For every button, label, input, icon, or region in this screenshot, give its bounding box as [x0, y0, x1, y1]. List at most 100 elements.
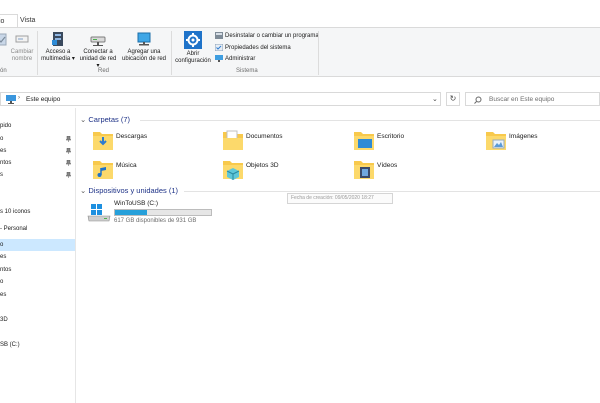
drive-usage-bar [114, 209, 212, 216]
system-properties-button[interactable]: Propiedades del sistema [214, 43, 291, 53]
network-location-icon [136, 31, 152, 47]
folder-name: Imágenes [509, 133, 538, 140]
ribbon-separator [171, 31, 172, 75]
nav-item-quick-access[interactable]: pido [0, 120, 75, 132]
open-config-label-2: configuración [175, 58, 211, 64]
folder-name: Objetos 3D [246, 162, 279, 169]
nav-item-pc-child[interactable]: o [0, 276, 75, 288]
nav-item-label: es [0, 292, 7, 298]
folder-musica[interactable]: Música [92, 157, 212, 183]
group-label-sistema: Sistema [236, 68, 258, 74]
nav-item-this-pc[interactable]: o [0, 239, 75, 251]
devices-section-header[interactable]: ⌄ Dispositivos y unidades (1) [80, 186, 178, 195]
drive-usage-fill [115, 210, 148, 215]
nav-item-label: o [0, 279, 4, 285]
nav-item-pinned[interactable]: es [0, 145, 75, 157]
media-label-1: Acceso a [45, 49, 71, 55]
ribbon-separator [318, 31, 319, 75]
nav-item-pinned[interactable]: ntos [0, 157, 75, 169]
rename-button[interactable]: Cambiar nombre [9, 31, 35, 63]
folder-videos[interactable]: Vídeos [353, 157, 473, 183]
this-pc-icon [6, 95, 16, 104]
nav-item-label: SB (C:) [0, 342, 20, 348]
videos-folder-icon [354, 161, 374, 179]
open-settings-button[interactable]: Abrir configuración [174, 31, 212, 65]
breadcrumb-chevron-icon: › [18, 95, 20, 101]
folder-imagenes[interactable]: Imágenes [485, 128, 600, 154]
ribbon-tab-bar: io Vista [0, 14, 600, 28]
media-access-button[interactable]: Acceso a multimedia ▾ [40, 31, 76, 63]
media-label-2: multimedia ▾ [41, 56, 75, 62]
add-location-label-1: Agregar una [127, 49, 161, 55]
folder-documentos[interactable]: Documentos [222, 128, 342, 154]
search-icon [474, 96, 482, 104]
tooltip-text: Fecha de creación: 09/05/2020 18:27 [291, 195, 374, 201]
nav-item-pc-child[interactable]: es [0, 251, 75, 263]
breadcrumb[interactable]: Este equipo [26, 96, 60, 103]
check-properties-icon [214, 43, 224, 52]
navigation-pane: pido o es ntos s s 10 iconos - Personal … [0, 108, 76, 403]
nav-item-label: 3D [0, 317, 8, 323]
windows-drive-icon [87, 204, 111, 222]
folder-name: Escritorio [377, 133, 405, 140]
manage-label: Administrar [225, 56, 256, 63]
nav-item-folder[interactable]: s 10 iconos [0, 206, 75, 218]
map-drive-label-1: Conectar a [83, 49, 113, 55]
pin-icon [66, 172, 71, 178]
nav-item-label: - Personal [0, 226, 28, 232]
refresh-icon: ↻ [449, 94, 457, 103]
drive-c[interactable]: WinToUSB (C:) 617 GB disponibles de 931 … [85, 199, 225, 227]
folder-escritorio[interactable]: Escritorio [353, 128, 473, 154]
folder-objetos-3d[interactable]: Objetos 3D [222, 157, 342, 183]
search-placeholder: Buscar en Este equipo [489, 96, 555, 103]
devices-section-label: Dispositivos y unidades (1) [88, 186, 178, 195]
folder-name: Vídeos [377, 162, 398, 169]
nav-item-label: s [0, 172, 3, 178]
nav-item-onedrive[interactable]: - Personal [0, 223, 75, 235]
drive-free-space: 617 GB disponibles de 931 GB [114, 218, 197, 224]
settings-gear-icon [184, 31, 202, 49]
computer-manage-icon [215, 55, 223, 62]
nav-item-pc-child[interactable]: es [0, 289, 75, 301]
tab-inicio-label: io [0, 18, 5, 25]
objects-3d-folder-icon [223, 161, 243, 180]
ribbon: Cambiar nombre ón Acceso a multimedia ▾ … [0, 27, 600, 77]
rename-label-1: Cambiar [10, 49, 34, 55]
uninstall-program-button[interactable]: Desinstalar o cambiar un programa [215, 32, 319, 41]
nav-item-pc-child[interactable]: ntos [0, 264, 75, 276]
nav-item-label: pido [0, 123, 12, 129]
address-bar[interactable]: › Este equipo ⌄ [0, 92, 441, 106]
pin-icon [66, 136, 71, 142]
folder-name: Descargas [116, 133, 148, 140]
group-label-red: Red [98, 68, 110, 74]
folders-section-header[interactable]: ⌄ Carpetas (7) [80, 115, 130, 124]
open-config-label-1: Abrir [186, 51, 200, 57]
add-location-label-2: ubicación de red [121, 56, 167, 62]
rename-label-2: nombre [11, 56, 33, 62]
refresh-button[interactable]: ↻ [446, 92, 460, 106]
section-divider [140, 120, 600, 121]
folder-descargas[interactable]: Descargas [92, 128, 212, 154]
rename-icon [14, 31, 30, 47]
nav-item-label: o [0, 242, 4, 248]
nav-item-drive-c[interactable]: SB (C:) [0, 339, 75, 351]
pictures-folder-icon [486, 132, 506, 150]
add-network-location-button[interactable]: Agregar una ubicación de red [119, 31, 169, 63]
properties-button-partial[interactable] [0, 31, 8, 49]
nav-item-pinned[interactable]: s [0, 169, 75, 181]
uninstall-icon [215, 32, 223, 39]
nav-item-label: es [0, 254, 7, 260]
nav-item-label: s 10 iconos [0, 209, 31, 215]
tooltip: Fecha de creación: 09/05/2020 18:27 [287, 193, 393, 204]
search-input[interactable]: Buscar en Este equipo [465, 92, 600, 106]
folders-section-label: Carpetas (7) [88, 115, 131, 124]
nav-item-label: ntos [0, 267, 12, 273]
tab-vista[interactable]: Vista [16, 14, 39, 28]
nav-item-pinned[interactable]: o [0, 133, 75, 145]
media-server-icon [50, 31, 66, 47]
manage-button[interactable]: Administrar [215, 55, 255, 64]
chevron-down-icon[interactable]: ⌄ [432, 95, 438, 103]
nav-item-label: o [0, 136, 4, 142]
nav-item-objects-3d[interactable]: 3D [0, 314, 75, 326]
map-network-drive-button[interactable]: Conectar a unidad de red ▾ [78, 31, 118, 70]
